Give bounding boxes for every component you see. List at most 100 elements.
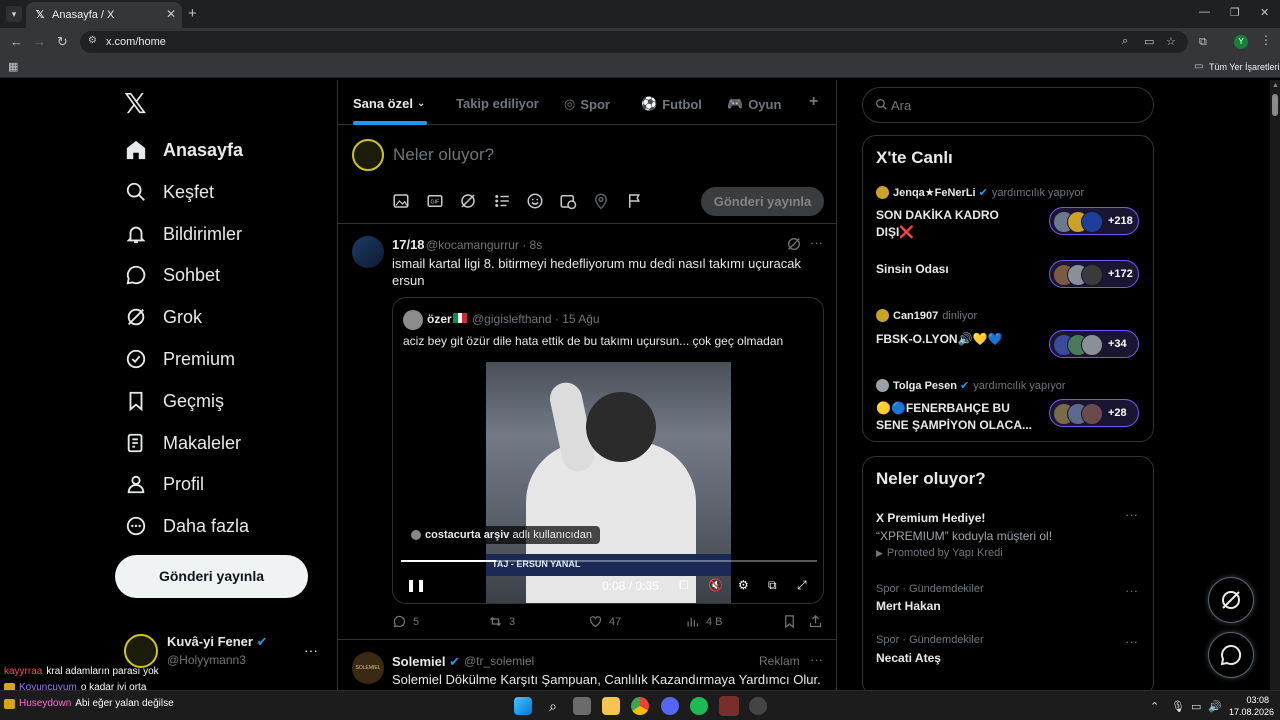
- trend-title[interactable]: Mert Hakan: [876, 599, 941, 613]
- taskbar-search-icon[interactable]: ⌕: [544, 697, 562, 715]
- flag-icon[interactable]: [626, 192, 644, 210]
- live-space-pill[interactable]: +28: [1049, 399, 1139, 427]
- tab-close-icon[interactable]: ✕: [166, 7, 176, 21]
- live-space-pill[interactable]: +34: [1049, 330, 1139, 358]
- views-button[interactable]: 4 B: [685, 614, 723, 629]
- fullscreen-icon[interactable]: ⤢: [797, 578, 807, 593]
- reload-button[interactable]: ↻: [57, 34, 68, 50]
- sidebar-item-home[interactable]: Anasayfa: [124, 135, 243, 165]
- extensions-icon[interactable]: ⧉: [1199, 36, 1207, 49]
- captions-icon[interactable]: ⧠: [679, 578, 689, 593]
- like-button[interactable]: 47: [588, 614, 621, 629]
- tray-chevron-icon[interactable]: ⌃: [1150, 700, 1159, 713]
- site-info-icon[interactable]: ⚙: [88, 35, 97, 46]
- ad-more-icon[interactable]: ···: [810, 652, 823, 667]
- tab-for-you[interactable]: Sana özel ⌄: [353, 96, 425, 111]
- search-box[interactable]: Ara: [862, 87, 1154, 123]
- live-space-title[interactable]: 🟡🔵FENERBAHÇE BU SENE ŞAMPİYON OLACA...: [876, 400, 1036, 434]
- omnibox[interactable]: ⚙ x.com/home ⌕ ▭ ☆: [80, 31, 1188, 53]
- tweet-more-icon[interactable]: ···: [810, 235, 823, 250]
- apps-grid-icon[interactable]: ▦: [8, 60, 18, 73]
- sidebar-item-bookmarks[interactable]: Geçmiş: [124, 386, 224, 416]
- tweet-author-name[interactable]: 17/18: [392, 237, 425, 252]
- discord-icon[interactable]: [661, 697, 679, 715]
- live-space-title[interactable]: FBSK-O.LYON🔊💛💙: [876, 331, 1036, 348]
- emoji-icon[interactable]: [526, 192, 544, 210]
- live-host[interactable]: Tolga Pesen ✔ yardımcılık yapıyor: [876, 379, 1066, 392]
- live-space-pill[interactable]: +218: [1049, 207, 1139, 235]
- forward-button[interactable]: →: [33, 34, 46, 49]
- sidebar-item-more[interactable]: Daha fazla: [124, 511, 249, 541]
- spotify-icon[interactable]: [690, 697, 708, 715]
- account-name[interactable]: Kuvâ-yi Fener ✔: [167, 634, 268, 650]
- account-more-icon[interactable]: ···: [304, 642, 318, 658]
- repost-button[interactable]: 3: [488, 614, 515, 629]
- bookmark-button[interactable]: [782, 614, 797, 629]
- star-icon[interactable]: ☆: [1166, 35, 1176, 48]
- sidebar-item-profile[interactable]: Profil: [124, 469, 204, 499]
- display-icon[interactable]: ▭: [1191, 700, 1201, 713]
- schedule-icon[interactable]: [559, 192, 577, 210]
- mute-icon[interactable]: 🔇: [708, 578, 723, 592]
- add-tab-icon[interactable]: +: [809, 93, 818, 111]
- live-space-title[interactable]: SON DAKİKA KADRO DIŞI❌: [876, 207, 1036, 241]
- live-host[interactable]: Jenqa★FeNerLi ✔ yardımcılık yapıyor: [876, 186, 1084, 199]
- quoted-tweet[interactable]: özer @gigislefthand · 15 Ağu aciz bey gi…: [392, 297, 824, 604]
- sidebar-item-explore[interactable]: Keşfet: [124, 177, 214, 207]
- tweet-avatar[interactable]: [352, 236, 384, 268]
- grok-compose-icon[interactable]: [459, 192, 477, 210]
- cast-icon[interactable]: ▭: [1144, 35, 1154, 48]
- video-player[interactable]: TAJ - ERSUN YANAL costacurta arşiv adlı …: [393, 362, 823, 603]
- poll-icon[interactable]: [493, 192, 511, 210]
- tab-search-button[interactable]: ▾: [6, 6, 22, 22]
- scroll-up-icon[interactable]: ▲: [1272, 82, 1279, 89]
- back-button[interactable]: ←: [10, 34, 23, 49]
- messages-fab-button[interactable]: [1208, 632, 1254, 678]
- taskbar-clock[interactable]: 03:08 17.08.2026: [1229, 694, 1274, 718]
- minimize-button[interactable]: —: [1199, 6, 1210, 18]
- app-circle-icon[interactable]: [749, 697, 767, 715]
- compose-post-button[interactable]: Gönderi yayınla: [701, 187, 824, 216]
- reply-button[interactable]: 5: [392, 614, 419, 629]
- trend-more-icon[interactable]: ···: [1125, 583, 1138, 598]
- live-space-title[interactable]: Sinsin Odası: [876, 261, 1036, 278]
- search-input[interactable]: Ara: [891, 98, 911, 113]
- grok-fab-button[interactable]: [1208, 577, 1254, 623]
- trend-more-icon[interactable]: ···: [1125, 634, 1138, 649]
- tab-gaming[interactable]: 🎮 Oyun: [727, 96, 781, 112]
- profile-avatar[interactable]: Y: [1234, 35, 1248, 49]
- compose-input[interactable]: Neler oluyor?: [393, 145, 494, 165]
- location-icon[interactable]: [592, 192, 610, 210]
- share-button[interactable]: [808, 614, 823, 629]
- all-bookmarks-link[interactable]: Tüm Yer İşaretleri: [1209, 62, 1280, 72]
- ad-avatar[interactable]: SOLEMIEL: [352, 652, 384, 684]
- volume-icon[interactable]: 🔊: [1208, 700, 1222, 713]
- mic-icon[interactable]: 🎙: [1171, 700, 1185, 713]
- sidebar-item-articles[interactable]: Makaleler: [124, 428, 241, 458]
- zoom-icon[interactable]: ⌕: [1122, 35, 1128, 48]
- browser-tab[interactable]: 𝕏 Anasayfa / X ✕: [26, 2, 182, 28]
- live-host[interactable]: Can1907 dinliyor: [876, 309, 977, 322]
- close-window-button[interactable]: ✕: [1260, 6, 1269, 19]
- trend-title[interactable]: Necati Ateş: [876, 651, 941, 665]
- chrome-menu-icon[interactable]: ⋮: [1260, 33, 1272, 47]
- media-icon[interactable]: [392, 192, 410, 210]
- tweet-author-handle[interactable]: @kocamangurrur · 8s: [426, 238, 542, 252]
- task-view-icon[interactable]: [573, 697, 591, 715]
- pause-icon[interactable]: ❚❚: [406, 578, 426, 592]
- video-progress-bar[interactable]: [401, 560, 817, 562]
- promo-title[interactable]: X Premium Hediye!: [876, 511, 985, 525]
- post-button[interactable]: Gönderi yayınla: [115, 555, 308, 598]
- ad-author-handle[interactable]: @tr_solemiel: [464, 654, 534, 668]
- tab-football[interactable]: ⚽ Futbol: [641, 96, 702, 112]
- pip-icon[interactable]: ⧉: [768, 578, 777, 593]
- new-tab-button[interactable]: +: [188, 5, 197, 22]
- tab-following[interactable]: Takip ediliyor: [456, 96, 539, 111]
- page-scrollbar[interactable]: ▲: [1270, 80, 1280, 690]
- grok-explain-icon[interactable]: [786, 236, 802, 252]
- sidebar-item-grok[interactable]: Grok: [124, 302, 202, 332]
- ad-author-name[interactable]: Solemiel ✔: [392, 654, 460, 670]
- chrome-icon[interactable]: [631, 697, 649, 715]
- sidebar-item-notifications[interactable]: Bildirimler: [124, 219, 242, 249]
- live-space-pill[interactable]: +172: [1049, 260, 1139, 288]
